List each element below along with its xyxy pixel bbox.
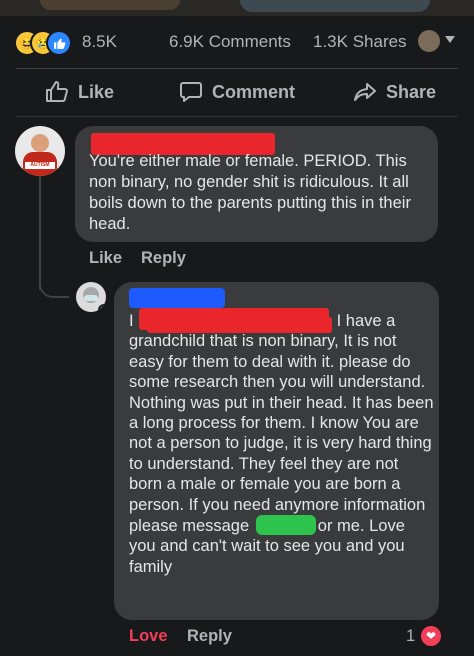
- share-button[interactable]: Share: [353, 72, 436, 112]
- divider: [16, 68, 458, 69]
- post-actions: Like Comment Share: [0, 72, 474, 112]
- chevron-down-icon[interactable]: [445, 36, 455, 43]
- comment-text: You're either male or female. PERIOD. Th…: [89, 152, 411, 233]
- shares-count[interactable]: 1.3K Shares: [313, 32, 407, 52]
- profile-avatar[interactable]: [418, 30, 440, 52]
- online-status-dot: [98, 304, 106, 312]
- commenter-avatar[interactable]: AUTISM: [15, 126, 65, 176]
- like-icon: [46, 30, 72, 56]
- share-button-label: Share: [386, 81, 437, 102]
- reply-text: I I have a grandchild that is non binary,…: [129, 311, 434, 577]
- like-button-label: Like: [78, 81, 115, 102]
- thumbs-up-icon: [46, 81, 68, 102]
- comment-bubble: You're either male or female. PERIOD. Th…: [75, 126, 438, 242]
- reply-text-line1: I have a: [336, 312, 396, 330]
- heart-icon: ❤: [419, 624, 443, 648]
- redacted-mention: [255, 515, 316, 536]
- reply-bubble: I I have a grandchild that is non binary,…: [114, 282, 439, 620]
- share-arrow-icon: [354, 83, 376, 101]
- divider: [16, 116, 458, 117]
- comment-reply-button[interactable]: Reply: [141, 249, 186, 268]
- reply-love-button[interactable]: Love: [129, 627, 168, 646]
- thread-connector: [39, 270, 69, 298]
- reply-reaction-count[interactable]: 1: [406, 627, 415, 646]
- redacted-mention: [147, 317, 332, 333]
- avatar-badge-text: AUTISM: [25, 162, 55, 169]
- like-button[interactable]: Like: [45, 72, 114, 112]
- post-image-edge: [0, 0, 474, 16]
- reply-author-avatar[interactable]: [76, 282, 106, 312]
- reply-reply-button[interactable]: Reply: [187, 627, 232, 646]
- reply-text-part-a: grandchild that is non binary, It is not…: [129, 332, 434, 536]
- comment-button[interactable]: Comment: [179, 72, 295, 112]
- reply-text-start: I: [129, 312, 134, 330]
- comments-count[interactable]: 6.9K Comments: [169, 32, 291, 52]
- comment-button-label: Comment: [212, 81, 296, 102]
- post-stats-bar: 😆 😢 8.5K 6.9K Comments 1.3K Shares: [0, 16, 474, 66]
- comment-bubble-icon: [180, 82, 202, 102]
- comment-like-button[interactable]: Like: [89, 249, 122, 268]
- reactions-count[interactable]: 8.5K: [82, 32, 117, 52]
- redacted-name: [129, 288, 225, 308]
